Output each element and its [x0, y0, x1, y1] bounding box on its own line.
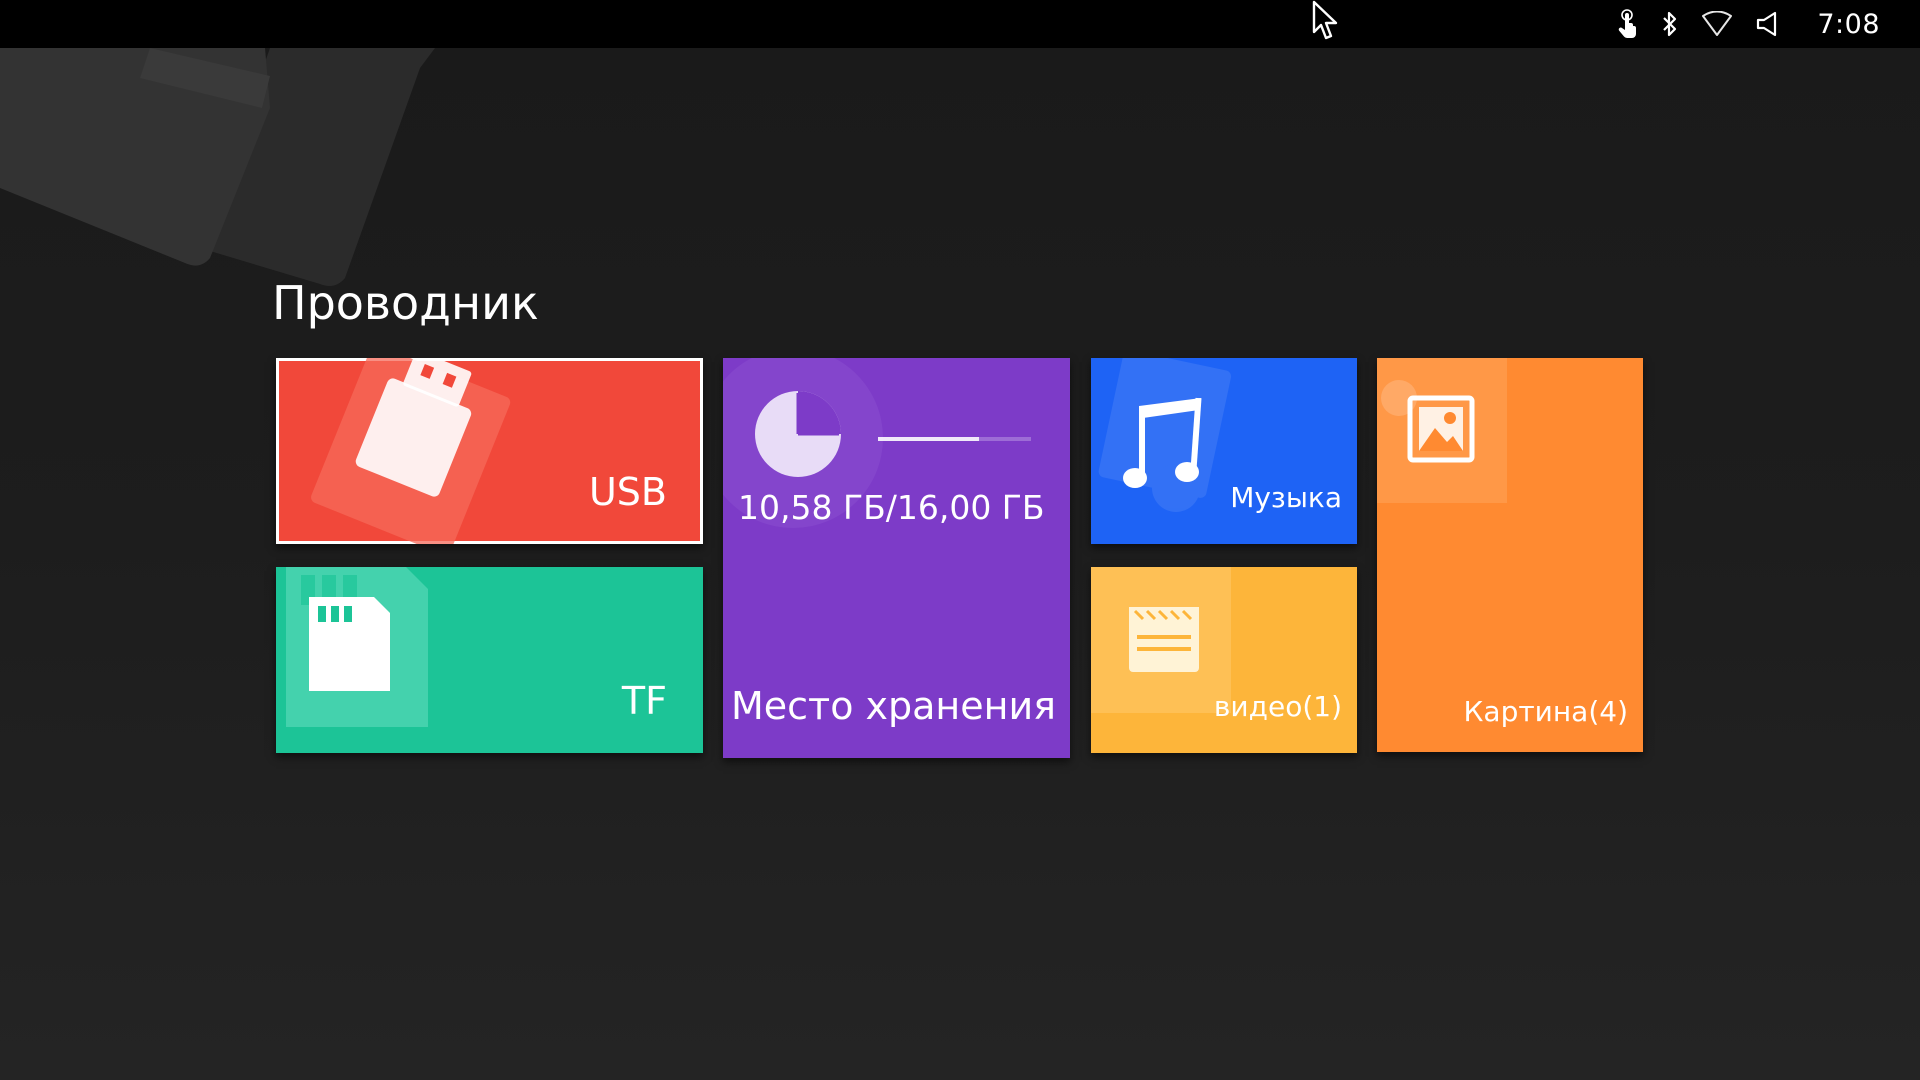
- music-tile-label: Музыка: [1230, 481, 1342, 514]
- storage-tile[interactable]: 10,58 ГБ/16,00 ГБ Место хранения: [723, 358, 1070, 758]
- music-tile[interactable]: Музыка: [1091, 358, 1357, 544]
- usb-tile-label: USB: [588, 470, 667, 514]
- image-icon: [1377, 358, 1507, 503]
- usb-drive-icon: [311, 358, 511, 544]
- clapperboard-icon: [1091, 567, 1231, 713]
- storage-usage-text: 10,58 ГБ/16,00 ГБ: [738, 488, 1045, 527]
- status-icons: 7:08: [1617, 0, 1880, 48]
- storage-usage-bar-fill: [878, 437, 979, 441]
- music-note-icon: [1098, 358, 1232, 512]
- usb-tile[interactable]: USB: [276, 358, 703, 544]
- page-title: Проводник: [272, 276, 539, 330]
- storage-tile-label: Место хранения: [731, 684, 1057, 728]
- background-decoration: [0, 48, 435, 286]
- touch-icon: [1619, 9, 1637, 38]
- tf-tile[interactable]: TF: [276, 567, 703, 753]
- video-tile[interactable]: видео(1): [1091, 567, 1357, 753]
- storage-usage-bar: [878, 437, 1031, 441]
- picture-tile-label: Картина(4): [1463, 695, 1628, 728]
- wifi-icon: [1702, 11, 1733, 36]
- bluetooth-icon: [1663, 11, 1677, 37]
- sd-card-icon: [286, 567, 428, 727]
- mouse-cursor-icon: [1312, 0, 1338, 40]
- status-bar: 7:08: [0, 0, 1920, 48]
- video-tile-label: видео(1): [1213, 690, 1342, 723]
- clock: 7:08: [1817, 8, 1880, 40]
- picture-tile[interactable]: Картина(4): [1377, 358, 1643, 752]
- tf-tile-label: TF: [621, 679, 667, 723]
- volume-icon: [1757, 11, 1777, 37]
